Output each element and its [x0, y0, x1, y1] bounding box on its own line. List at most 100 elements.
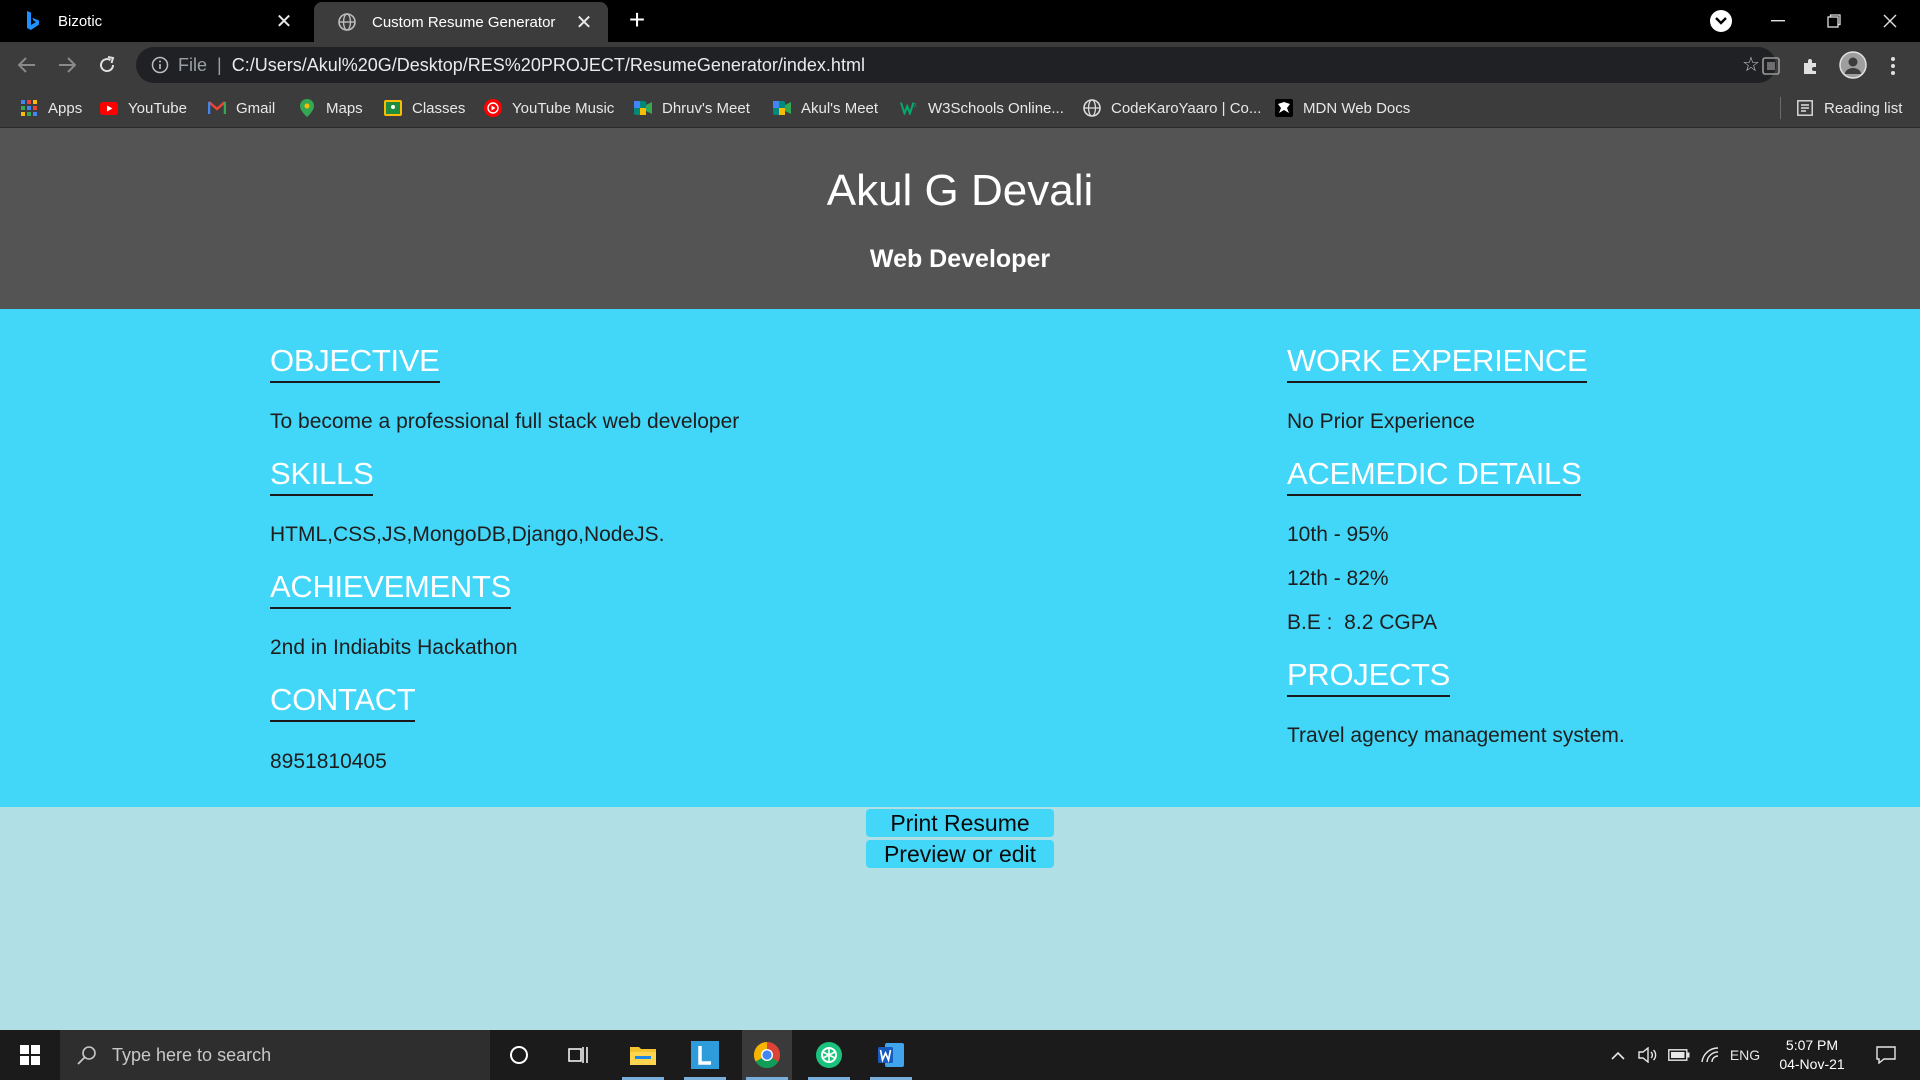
- language-indicator[interactable]: ENG: [1728, 1030, 1762, 1080]
- battery-icon[interactable]: [1666, 1030, 1692, 1080]
- work-experience-text: No Prior Experience: [1287, 410, 1475, 433]
- minimize-icon[interactable]: [1750, 0, 1806, 42]
- restore-icon[interactable]: [1806, 0, 1862, 42]
- windows-start-icon[interactable]: [0, 1030, 60, 1080]
- notifications-icon[interactable]: [1866, 1030, 1906, 1080]
- menu-kebab-icon[interactable]: [1880, 53, 1906, 79]
- globe-icon: [336, 11, 358, 33]
- file-explorer-icon[interactable]: [618, 1030, 668, 1080]
- close-tab-icon[interactable]: ✕: [272, 9, 296, 33]
- reading-list-label: Reading list: [1824, 99, 1903, 117]
- svg-text:3: 3: [914, 103, 917, 109]
- maps-pin-icon: [298, 99, 316, 117]
- chatgpt-icon[interactable]: [804, 1030, 854, 1080]
- academic-line: 10th - 95%: [1287, 523, 1389, 546]
- info-icon[interactable]: [150, 55, 170, 75]
- reading-list-icon: [1796, 99, 1814, 117]
- tab-bizotic[interactable]: Bizotic ✕: [0, 0, 308, 42]
- clock-time: 5:07 PM: [1785, 1037, 1839, 1053]
- bookmark-dhruvs-meet[interactable]: Dhruv's Meet: [634, 88, 750, 128]
- achievements-text: 2nd in Indiabits Hackathon: [270, 636, 518, 659]
- section-title-work-experience: WORK EXPERIENCE: [1287, 343, 1588, 383]
- section-title-contact: CONTACT: [270, 682, 416, 722]
- youtube-icon: [100, 99, 118, 117]
- close-window-icon[interactable]: [1862, 0, 1918, 42]
- tab-title: Bizotic: [58, 12, 103, 30]
- bookmark-maps[interactable]: Maps: [298, 88, 363, 128]
- classroom-icon: [384, 99, 402, 117]
- bookmark-classes[interactable]: Classes: [384, 88, 465, 128]
- browser-toolbar: File | C:/Users/Akul%20G/Desktop/RES%20P…: [0, 42, 1920, 88]
- reading-list-button[interactable]: Reading list: [1796, 88, 1902, 128]
- section-title-skills: SKILLS: [270, 456, 374, 496]
- tab-search-icon[interactable]: [1710, 10, 1732, 32]
- url-text[interactable]: C:/Users/Akul%20G/Desktop/RES%20PROJECT/…: [232, 55, 865, 76]
- extension-square-icon[interactable]: [1758, 53, 1784, 79]
- preview-edit-button[interactable]: Preview or edit: [866, 840, 1054, 868]
- bookmark-label: Dhruv's Meet: [662, 99, 750, 117]
- bookmark-label: YouTube: [128, 99, 187, 117]
- profile-avatar[interactable]: [1838, 50, 1868, 80]
- bookmark-apps[interactable]: Apps: [20, 88, 82, 128]
- volume-icon[interactable]: [1636, 1030, 1660, 1080]
- task-view-icon[interactable]: [554, 1030, 604, 1080]
- search-icon: [76, 1044, 98, 1066]
- bookmark-label: Maps: [326, 99, 363, 117]
- bookmark-akuls-meet[interactable]: Akul's Meet: [773, 88, 878, 128]
- search-placeholder: Type here to search: [112, 1044, 272, 1065]
- resume-role: Web Developer: [869, 245, 1051, 273]
- reload-icon[interactable]: [92, 50, 122, 80]
- taskbar-clock[interactable]: 5:07 PM 04-Nov-21: [1764, 1036, 1860, 1074]
- clock-date: 04-Nov-21: [1779, 1056, 1845, 1072]
- print-resume-button[interactable]: Print Resume: [866, 809, 1054, 837]
- bookmark-label: Gmail: [236, 99, 276, 117]
- objective-text: To become a professional full stack web …: [270, 410, 740, 433]
- academic-line: 12th - 82%: [1287, 567, 1389, 590]
- section-title-academic-details: ACEMEDIC DETAILS: [1287, 456, 1582, 496]
- browser-tab-strip: Bizotic ✕ Custom Resume Generator ✕ +: [0, 0, 1920, 42]
- tab-custom-resume-generator[interactable]: Custom Resume Generator ✕: [314, 2, 608, 42]
- bookmark-youtube[interactable]: YouTube: [100, 88, 187, 128]
- extensions-puzzle-icon[interactable]: [1798, 53, 1824, 79]
- new-tab-button[interactable]: +: [622, 6, 652, 36]
- contact-text: 8951810405: [270, 750, 387, 773]
- bookmark-label: W3Schools Online...: [928, 99, 1064, 117]
- word-icon[interactable]: [866, 1030, 916, 1080]
- bookmark-w3schools[interactable]: 3 W3Schools Online...: [900, 88, 1064, 128]
- mdn-icon: [1275, 99, 1293, 117]
- app-l-icon[interactable]: [680, 1030, 730, 1080]
- w3schools-icon: 3: [900, 99, 918, 117]
- section-title-objective: OBJECTIVE: [270, 343, 440, 383]
- chevron-up-icon[interactable]: [1606, 1030, 1630, 1080]
- section-title-projects: PROJECTS: [1287, 657, 1450, 697]
- bookmark-codekaroyaaro[interactable]: CodeKaroYaaro | Co...: [1083, 88, 1261, 128]
- tab-title: Custom Resume Generator: [372, 13, 556, 31]
- back-arrow-icon[interactable]: [12, 50, 42, 80]
- bookmarks-divider: [1780, 97, 1781, 119]
- bookmark-youtube-music[interactable]: YouTube Music: [484, 88, 614, 128]
- apps-grid-icon: [20, 99, 38, 117]
- cortana-icon[interactable]: [494, 1030, 544, 1080]
- bookmark-label: CodeKaroYaaro | Co...: [1111, 99, 1262, 117]
- resume-header: Akul G Devali Web Developer: [0, 128, 1920, 309]
- chrome-icon[interactable]: [742, 1030, 792, 1080]
- skills-text: HTML,CSS,JS,MongoDB,Django,NodeJS.: [270, 523, 665, 546]
- close-tab-icon[interactable]: ✕: [572, 10, 596, 34]
- url-scheme: File: [178, 54, 208, 75]
- url-separator: |: [217, 54, 222, 75]
- bing-icon: [22, 10, 44, 32]
- bookmarks-bar: Apps YouTube Gmail Maps Classes YouTube …: [0, 88, 1920, 128]
- taskbar-search-box[interactable]: Type here to search: [60, 1030, 490, 1080]
- globe-icon: [1083, 99, 1101, 117]
- wifi-icon[interactable]: [1698, 1030, 1722, 1080]
- bookmark-mdn[interactable]: MDN Web Docs: [1275, 88, 1410, 128]
- bookmark-gmail[interactable]: Gmail: [208, 88, 275, 128]
- bookmark-label: Akul's Meet: [801, 99, 879, 117]
- bookmark-label: MDN Web Docs: [1303, 99, 1411, 117]
- resume-name: Akul G Devali: [826, 166, 1094, 215]
- forward-arrow-icon[interactable]: [52, 50, 82, 80]
- meet-icon: [634, 99, 652, 117]
- youtube-music-icon: [484, 99, 502, 117]
- address-bar[interactable]: File | C:/Users/Akul%20G/Desktop/RES%20P…: [136, 47, 1776, 83]
- gmail-icon: [208, 99, 226, 117]
